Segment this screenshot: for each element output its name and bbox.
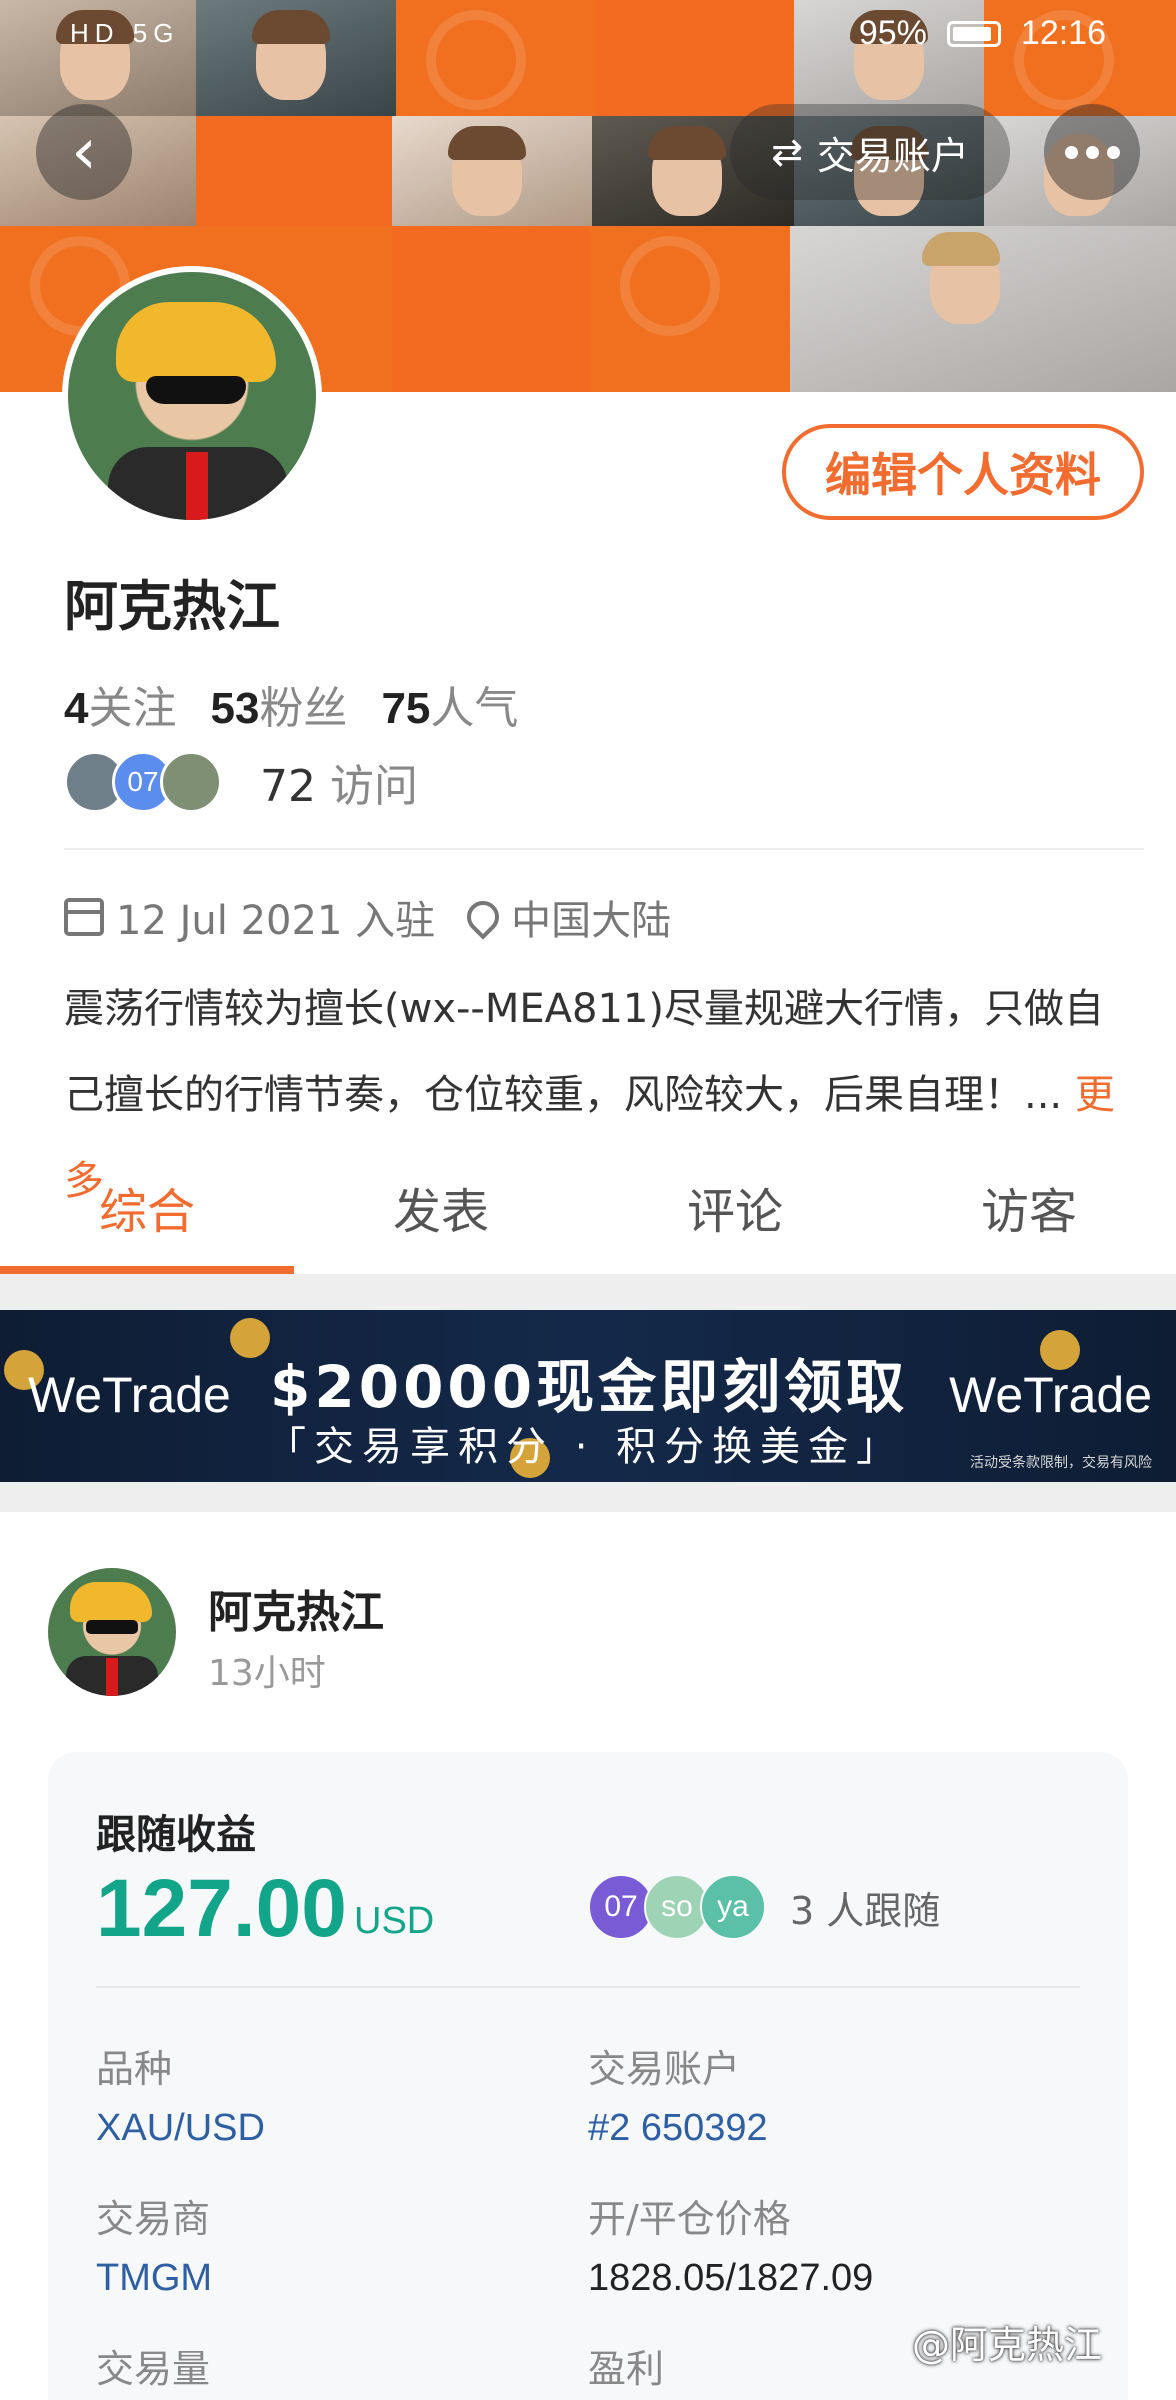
status-right: 95% 12:16	[859, 14, 1106, 53]
divider	[64, 848, 1144, 850]
more-dot-icon	[1085, 145, 1099, 159]
copy-trade-card[interactable]: 跟随收益 127.00 USD 07 so ya 3 人跟随 品种 XAU/US…	[48, 1752, 1128, 2400]
cover-photo	[392, 116, 592, 226]
price-value: 1828.05/1827.09	[588, 2257, 874, 2299]
trading-account-button[interactable]: ⇄ 交易账户	[730, 104, 1010, 200]
more-dot-icon	[1106, 145, 1120, 159]
following-count: 4	[64, 684, 89, 733]
calendar-icon	[64, 898, 104, 936]
follower-avatar: ya	[700, 1874, 766, 1940]
tab-overview[interactable]: 综合	[0, 1140, 294, 1274]
symbol-value[interactable]: XAU/USD	[96, 2107, 265, 2150]
coin-icon	[1040, 1330, 1080, 1370]
post-author-name[interactable]: 阿克热江	[208, 1576, 384, 1640]
following-stat[interactable]: 4关注	[64, 672, 176, 736]
promo-subline: 「交易享积分 · 积分换美金」	[266, 1424, 905, 1470]
field-label: 品种	[96, 2047, 173, 2091]
promo-brand-right: WeTrade	[949, 1367, 1152, 1423]
field-label: 盈利	[588, 2347, 665, 2391]
profile-avatar[interactable]	[62, 266, 322, 526]
field-label: 交易量	[96, 2347, 211, 2391]
followers-row[interactable]: 07 so ya 3 人跟随	[588, 1874, 940, 1940]
cover-photo	[790, 226, 1176, 392]
field-label: 交易商	[96, 2197, 211, 2241]
field-broker: 交易商 TMGM	[96, 2188, 212, 2300]
visitors-row[interactable]: 07 72 访问	[64, 750, 418, 814]
join-date: 12 Jul 2021 入驻	[116, 898, 436, 944]
signal-indicators: HD 5G	[70, 18, 180, 48]
visit-number: 72	[260, 761, 316, 812]
promo-headline: $20000现金即刻领取	[270, 1353, 909, 1421]
edit-profile-button[interactable]: 编辑个人资料	[782, 424, 1144, 520]
bio-text: 震荡行情较为擅长(wx--MEA811)尽量规避大行情，只做自己擅长的行情节奏，…	[64, 986, 1104, 1118]
visitor-avatar	[160, 751, 222, 813]
post-time: 13小时	[208, 1653, 326, 1694]
field-pnl: 盈利	[588, 2338, 664, 2400]
popularity-count: 75	[381, 684, 431, 733]
profile-name: 阿克热江	[64, 575, 280, 638]
clock: 12:16	[1020, 14, 1106, 52]
popularity-label: 人气	[430, 683, 519, 734]
battery-icon	[946, 20, 1001, 47]
swap-icon: ⇄	[771, 130, 803, 174]
account-value[interactable]: #2 650392	[588, 2107, 768, 2150]
cover-tile	[590, 226, 790, 392]
post-author-avatar[interactable]	[48, 1568, 176, 1696]
battery-percent: 95%	[858, 14, 927, 52]
broker-value[interactable]: TMGM	[96, 2257, 212, 2300]
field-price: 开/平仓价格 1828.05/1827.09	[588, 2188, 873, 2300]
location: 中国大陆	[511, 898, 672, 944]
popularity-stat: 75人气	[381, 672, 518, 736]
profile-tabs: 综合 发表 评论 访客	[0, 1140, 1176, 1274]
followers-count: 3 人跟随	[790, 1888, 941, 1933]
watermark: @阿克热江	[912, 2323, 1103, 2367]
tab-posts[interactable]: 发表	[294, 1140, 588, 1274]
field-volume: 交易量	[96, 2338, 210, 2400]
promo-banner[interactable]: WeTrade $20000现金即刻领取 「交易享积分 · 积分换美金」 WeT…	[0, 1310, 1176, 1482]
visit-label: 访问	[330, 761, 418, 812]
section-gap	[0, 1274, 1176, 1310]
card-divider	[96, 1986, 1080, 1988]
promo-brand-left: WeTrade	[28, 1367, 231, 1423]
section-gap	[0, 1482, 1176, 1512]
more-dot-icon	[1064, 145, 1078, 159]
status-bar: HD 5G 95% 12:16	[0, 0, 1176, 72]
profile-stats: 4关注 53粉丝 75人气	[64, 672, 518, 736]
tab-visitors[interactable]: 访客	[882, 1140, 1176, 1274]
fans-stat[interactable]: 53粉丝	[210, 672, 347, 736]
more-options-button[interactable]	[1044, 104, 1140, 200]
field-symbol: 品种 XAU/USD	[96, 2038, 265, 2150]
chevron-left-icon: ‹	[71, 115, 97, 189]
field-account: 交易账户 #2 650392	[588, 2038, 768, 2150]
following-label: 关注	[88, 683, 177, 734]
field-label: 交易账户	[588, 2047, 741, 2091]
field-label: 开/平仓价格	[588, 2197, 791, 2241]
trading-account-label: 交易账户	[816, 133, 969, 178]
coin-icon	[230, 1318, 270, 1358]
profit-value: 127.00	[96, 1863, 347, 1954]
location-pin-icon	[460, 894, 506, 940]
fans-count: 53	[210, 684, 260, 733]
profit-unit: USD	[354, 1900, 435, 1942]
profile-meta: 12 Jul 2021 入驻 中国大陆	[64, 888, 671, 946]
card-title: 跟随收益	[96, 1812, 256, 1858]
back-button[interactable]: ‹	[36, 104, 132, 200]
promo-disclaimer: 活动受条款限制，交易有风险	[970, 1455, 1152, 1471]
fans-label: 粉丝	[259, 683, 348, 734]
tab-comments[interactable]: 评论	[588, 1140, 882, 1274]
visit-count: 72 访问	[260, 750, 418, 814]
